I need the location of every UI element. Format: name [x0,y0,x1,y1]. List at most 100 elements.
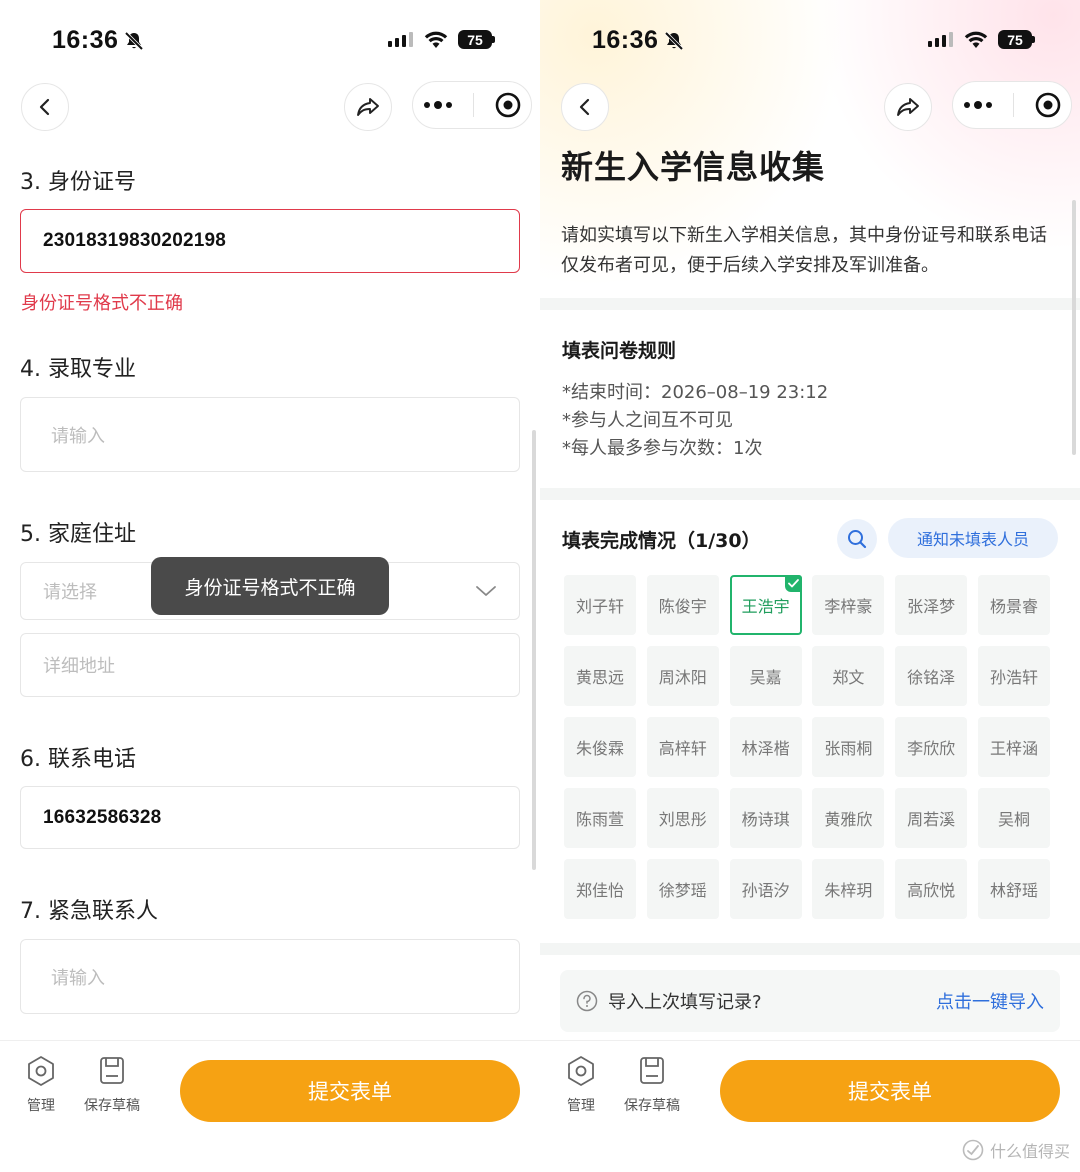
completion-title: 填表完成情况（1/30） [562,530,761,552]
battery-level: 75 [458,30,492,49]
participant-name: 徐梦瑶 [658,881,707,900]
participant-chip[interactable]: 徐铭泽 [895,646,968,706]
participant-name: 刘子轩 [575,597,624,616]
status-time: 16:36 [592,26,659,54]
participant-name: 张泽梦 [907,597,956,616]
share-icon [357,98,379,116]
participant-chip[interactable]: 张泽梦 [895,575,968,635]
submit-form-button[interactable]: 提交表单 [180,1060,520,1122]
participant-name: 王浩宇 [741,597,790,616]
form-description: 请如实填写以下新生入学相关信息，其中身份证号和联系电话仅发布者可见，便于后续入学… [561,225,1047,276]
participant-name: 周若溪 [907,810,956,829]
more-icon[interactable] [963,100,993,110]
form-panel: 16:36 75 3. 身份证号 23018319830202198 身份证号格… [0,0,540,1172]
participant-name: 朱梓玥 [824,881,873,900]
scrollbar[interactable] [532,430,536,870]
emergency-contact-input[interactable]: 请输入 [20,939,520,1014]
participant-chip[interactable]: 林泽楷 [729,717,802,777]
close-target-icon[interactable] [495,92,521,118]
participant-chip[interactable]: 周沐阳 [646,646,719,706]
participant-chip[interactable]: 张雨桐 [812,717,885,777]
wifi-icon [424,31,448,48]
manage-button[interactable]: 管理 [26,1055,56,1115]
participant-chip[interactable]: 朱梓玥 [812,859,885,919]
bottom-toolbar: 管理 保存草稿 提交表单 [0,1040,540,1172]
id-number-input[interactable]: 23018319830202198 [20,209,520,273]
chevron-left-icon [39,98,50,116]
more-icon[interactable] [423,100,453,110]
notify-unfilled-button[interactable]: 通知未填表人员 [888,518,1058,558]
participant-chip[interactable]: 周若溪 [895,788,968,848]
participant-name: 李梓豪 [824,597,873,616]
participant-chip[interactable]: 郑文 [812,646,885,706]
participant-chip[interactable]: 黄雅欣 [812,788,885,848]
region-placeholder: 请选择 [43,582,97,603]
participant-chip[interactable]: 李梓豪 [812,575,885,635]
section-divider [540,943,1080,955]
participant-chip[interactable]: 吴嘉 [729,646,802,706]
participant-chip[interactable]: 郑佳怡 [564,859,636,919]
question-label-address: 5. 家庭住址 [20,522,136,547]
save-draft-button[interactable]: 保存草稿 [84,1055,140,1115]
participant-chip[interactable]: 孙浩轩 [977,646,1050,706]
participant-name: 杨诗琪 [741,810,790,829]
back-button[interactable] [561,83,609,131]
participant-name: 徐铭泽 [907,668,956,687]
question-label-phone: 6. 联系电话 [20,747,136,772]
participant-chip[interactable]: 刘思彤 [646,788,719,848]
submit-form-button[interactable]: 提交表单 [720,1060,1060,1122]
participant-chip[interactable]: 高梓轩 [646,717,719,777]
share-button[interactable] [884,83,932,131]
rule-visibility: *参与人之间互不可见 [562,410,733,431]
participant-name: 周沐阳 [658,668,707,687]
participant-chip[interactable]: 林舒瑶 [977,859,1050,919]
participant-name: 杨景睿 [989,597,1038,616]
hexagon-settings-icon [28,1056,54,1086]
battery-icon: 75 [458,30,495,49]
participant-name: 李欣欣 [907,739,956,758]
participant-chip[interactable]: 孙语汐 [729,859,802,919]
help-icon [576,990,598,1012]
participant-name: 张雨桐 [824,739,873,758]
phone-input[interactable]: 16632586328 [20,786,520,849]
participant-name: 黄雅欣 [824,810,873,829]
participant-chip[interactable]: 杨景睿 [977,575,1050,635]
participant-chip[interactable]: 吴桐 [977,788,1050,848]
id-number-error: 身份证号格式不正确 [21,293,183,314]
battery-icon: 75 [998,30,1035,49]
bell-muted-icon [124,31,144,51]
manage-button[interactable]: 管理 [566,1055,596,1115]
participant-chip[interactable]: 刘子轩 [564,575,636,635]
address-detail-input[interactable]: 详细地址 [20,633,520,697]
section-divider [540,298,1080,310]
close-target-icon[interactable] [1035,92,1061,118]
participant-chip[interactable]: 王浩宇 [729,575,802,635]
participant-chip[interactable]: 杨诗琪 [729,788,802,848]
participant-chip[interactable]: 李欣欣 [895,717,968,777]
address-detail-placeholder: 详细地址 [43,656,115,677]
participant-chip[interactable]: 陈俊宇 [646,575,719,635]
participant-name: 陈雨萱 [575,810,624,829]
participant-chip[interactable]: 朱俊霖 [564,717,636,777]
participant-chip[interactable]: 王梓涵 [977,717,1050,777]
scrollbar[interactable] [1072,200,1076,455]
signal-icon [928,32,953,47]
search-button[interactable] [837,519,877,559]
save-icon [100,1057,124,1084]
major-input[interactable]: 请输入 [20,397,520,472]
watermark: 什么值得买 [962,1138,1070,1162]
question-label-emergency-contact: 7. 紧急联系人 [20,899,158,924]
participant-chip[interactable]: 陈雨萱 [564,788,636,848]
back-button[interactable] [21,83,69,131]
participant-chip[interactable]: 徐梦瑶 [646,859,719,919]
save-draft-button[interactable]: 保存草稿 [624,1055,680,1115]
status-time: 16:36 [52,26,119,54]
import-link[interactable]: 点击一键导入 [936,988,1044,1014]
participant-chip[interactable]: 高欣悦 [895,859,968,919]
participant-chip[interactable]: 黄思远 [564,646,636,706]
rule-end-time: *结束时间：2026–08–19 23:12 [562,382,829,403]
share-button[interactable] [344,83,392,131]
participant-name: 黄思远 [575,668,624,687]
participant-name: 高梓轩 [658,739,707,758]
save-icon [640,1057,664,1084]
